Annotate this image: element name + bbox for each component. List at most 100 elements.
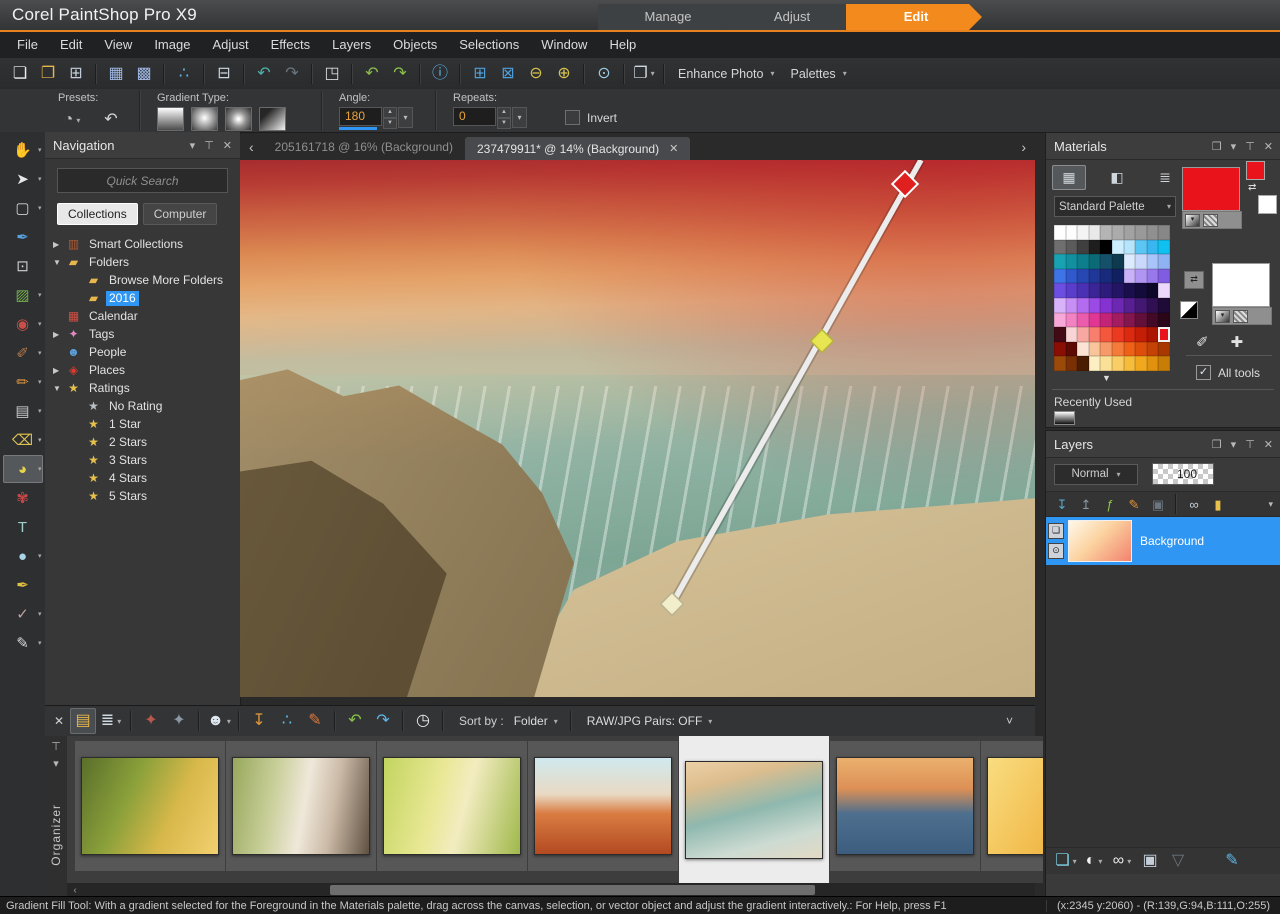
nav-tab-computer[interactable]: Computer <box>143 203 218 225</box>
new-image-button[interactable]: ❏ <box>7 61 33 87</box>
reset-to-default-button[interactable]: ↶ <box>98 107 124 133</box>
tree-item-3-stars[interactable]: ★3 Stars <box>45 451 240 469</box>
merge-group-button[interactable]: ↥ <box>1075 494 1097 514</box>
tree-item-4-stars[interactable]: ★4 Stars <box>45 469 240 487</box>
palettes-dropdown[interactable]: Palettes ▾ <box>783 61 855 87</box>
color-swatch[interactable] <box>1054 356 1066 371</box>
color-swatch[interactable] <box>1112 313 1124 328</box>
chevron-down-icon[interactable]: ▾ <box>38 610 42 618</box>
chevron-down-icon[interactable]: ▾ <box>1127 857 1131 866</box>
color-swatch[interactable] <box>1066 240 1078 255</box>
foreground-texture-button[interactable] <box>1203 214 1218 227</box>
quick-search-input[interactable]: Quick Search <box>57 168 228 193</box>
mask-button[interactable]: ▣ <box>1147 494 1169 514</box>
chevron-right-icon[interactable]: ▶ <box>53 330 65 339</box>
scroll-left-icon[interactable]: ‹ <box>67 885 83 896</box>
black-white-reset-swatch[interactable] <box>1180 301 1198 319</box>
chevron-down-icon[interactable]: ▾ <box>38 146 42 154</box>
menu-effects[interactable]: Effects <box>260 32 322 58</box>
review-button[interactable]: ⊞ <box>467 61 493 87</box>
mixer-tab[interactable]: ≣ <box>1148 165 1182 190</box>
color-swatch[interactable] <box>1147 356 1159 371</box>
tree-item-places[interactable]: ▶◈Places <box>45 361 240 379</box>
chevron-down-icon[interactable]: ▾ <box>38 639 42 647</box>
color-swatch[interactable] <box>1135 356 1147 371</box>
menu-window[interactable]: Window <box>530 32 598 58</box>
import-button[interactable]: ↧ <box>246 708 272 734</box>
save-as-button[interactable]: ▩ <box>131 61 157 87</box>
color-swatch[interactable] <box>1066 269 1078 284</box>
thumbnail-savanna-tree[interactable] <box>528 741 678 871</box>
angle-spinner[interactable]: ▲▼ <box>383 107 397 129</box>
tree-item-browse-more-folders[interactable]: ▰Browse More Folders <box>45 271 240 289</box>
color-swatch[interactable] <box>1147 269 1159 284</box>
straighten-tool[interactable]: ▨▾ <box>3 281 43 309</box>
tree-item-ratings[interactable]: ▼★Ratings <box>45 379 240 397</box>
close-icon[interactable]: ✕ <box>1264 438 1273 451</box>
color-swatch[interactable] <box>1158 254 1170 269</box>
scrollbar-thumb[interactable] <box>330 885 815 895</box>
color-swatch[interactable] <box>1112 283 1124 298</box>
close-icon[interactable]: ✕ <box>223 139 232 152</box>
color-swatch[interactable] <box>1158 313 1170 328</box>
color-swatch[interactable] <box>1077 327 1089 342</box>
color-swatch[interactable] <box>1124 283 1136 298</box>
open-image-button[interactable]: ❐ <box>35 61 61 87</box>
crop-tool[interactable]: ⊡ <box>3 252 43 280</box>
color-swatch[interactable] <box>1124 225 1136 240</box>
color-swatch[interactable] <box>1147 342 1159 357</box>
spin-down-icon[interactable]: ▼ <box>383 118 397 129</box>
color-swatch[interactable] <box>1100 225 1112 240</box>
color-swatch[interactable] <box>1147 225 1159 240</box>
repeats-dropdown-button[interactable]: ▾ <box>512 107 527 128</box>
zoom-in-button[interactable]: ⊕ <box>551 61 577 87</box>
chevron-down-icon[interactable]: ▾ <box>651 69 655 78</box>
thumbnail-beach-coast[interactable] <box>679 736 829 883</box>
blend-mode-select[interactable]: Normal ▾ <box>1054 464 1138 485</box>
share-button[interactable]: ∴ <box>171 61 197 87</box>
pin-icon[interactable]: ⊤ <box>51 740 61 753</box>
chevron-down-icon[interactable]: ▾ <box>38 175 42 183</box>
new-mask-layer-button[interactable]: ∞▾ <box>1109 848 1135 874</box>
color-swatch[interactable] <box>1066 225 1078 240</box>
link-layers-button[interactable]: ∞ <box>1183 494 1205 514</box>
preset-shape-tool[interactable]: ●▾ <box>3 542 43 570</box>
color-swatch[interactable] <box>1135 225 1147 240</box>
color-swatch[interactable] <box>1066 313 1078 328</box>
color-swatch[interactable] <box>1124 356 1136 371</box>
magnifier-button[interactable]: ⊙ <box>591 61 617 87</box>
menu-layers[interactable]: Layers <box>321 32 382 58</box>
chevron-down-icon[interactable]: ▾ <box>38 349 42 357</box>
map-photos-button[interactable]: ✎ <box>302 708 328 734</box>
color-swatch[interactable] <box>1077 356 1089 371</box>
new-layer-button[interactable]: ❏▾ <box>1053 848 1079 874</box>
repeats-input[interactable]: 0 <box>453 107 496 126</box>
color-swatch[interactable] <box>1135 283 1147 298</box>
menu-adjust[interactable]: Adjust <box>201 32 259 58</box>
menu-file[interactable]: File <box>6 32 49 58</box>
tree-item-2-stars[interactable]: ★2 Stars <box>45 433 240 451</box>
chevron-down-icon[interactable]: ▾ <box>1231 438 1237 451</box>
close-icon[interactable]: ✕ <box>1264 140 1273 153</box>
zoom-out-button[interactable]: ⊖ <box>523 61 549 87</box>
chevron-down-icon[interactable]: ▾ <box>1231 140 1237 153</box>
color-swatch[interactable] <box>1100 298 1112 313</box>
color-swatch[interactable] <box>1112 327 1124 342</box>
color-swatch[interactable] <box>1112 342 1124 357</box>
workspace-tab-adjust[interactable]: Adjust <box>722 4 858 30</box>
layer-visibility-icon[interactable]: ⊙ <box>1048 543 1064 559</box>
picture-tube-tool[interactable]: ✾ <box>3 484 43 512</box>
add-tag-button[interactable]: ✦ <box>166 708 192 734</box>
pen-tool[interactable]: ✒ <box>3 571 43 599</box>
color-swatch[interactable] <box>1135 269 1147 284</box>
chevron-down-icon[interactable]: ▾ <box>190 139 196 152</box>
pin-icon[interactable]: ⊤ <box>204 139 214 152</box>
color-swatch[interactable] <box>1089 356 1101 371</box>
pick-tool[interactable]: ➤▾ <box>3 165 43 193</box>
color-swatch[interactable] <box>1100 313 1112 328</box>
enhance-photo-dropdown[interactable]: Enhance Photo ▾ <box>670 61 783 87</box>
workspace-tab-edit[interactable]: Edit <box>846 4 982 30</box>
tree-item-calendar[interactable]: ▦Calendar <box>45 307 240 325</box>
makeover-tool[interactable]: ✐▾ <box>3 339 43 367</box>
expand-swatches-icon[interactable]: ▼ <box>1102 373 1111 383</box>
